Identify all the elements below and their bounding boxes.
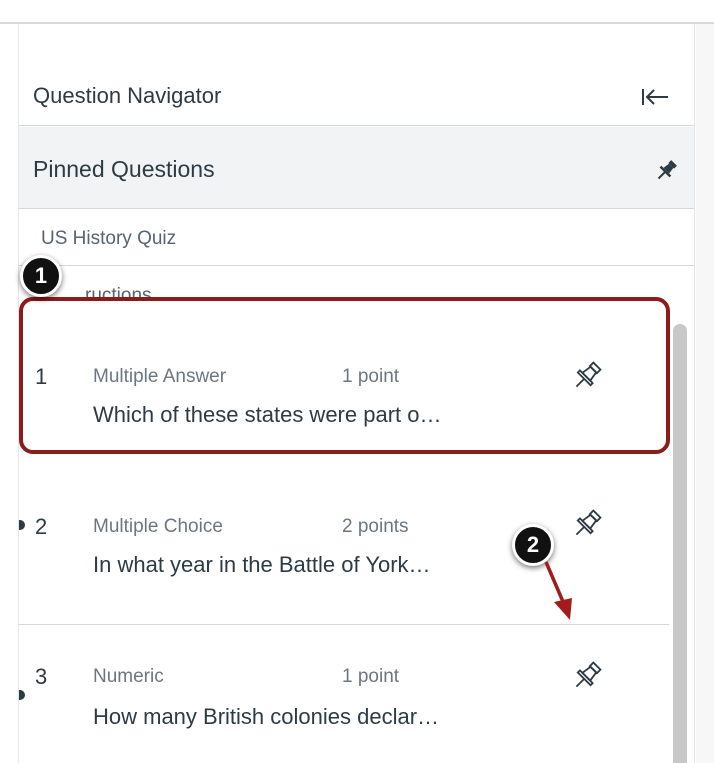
pinned-questions-section[interactable]: Pinned Questions xyxy=(19,127,694,209)
highlight-box xyxy=(19,297,670,454)
pin-outline-icon[interactable] xyxy=(569,506,605,542)
question-item-3[interactable]: 3 Numeric 1 point How many British colon… xyxy=(19,626,669,763)
callout-badge-1: 1 xyxy=(20,255,62,297)
question-points: 2 points xyxy=(342,516,409,537)
question-type: Numeric xyxy=(93,666,164,687)
collapse-left-icon[interactable] xyxy=(640,86,670,108)
pin-outline-icon[interactable] xyxy=(569,658,605,694)
pinned-questions-title: Pinned Questions xyxy=(33,156,215,182)
question-type: Multiple Choice xyxy=(93,516,223,537)
question-text: How many British colonies declar… xyxy=(93,704,440,729)
question-text: In what year in the Battle of York… xyxy=(93,552,431,577)
callout-arrow-icon xyxy=(544,561,572,620)
question-points: 1 point xyxy=(342,666,400,687)
navigator-header: Question Navigator xyxy=(19,48,694,126)
question-number: 3 xyxy=(35,664,48,689)
pin-icon xyxy=(657,160,677,180)
unanswered-marker xyxy=(19,520,25,530)
question-number: 2 xyxy=(35,514,48,539)
quiz-title: US History Quiz xyxy=(41,228,177,249)
navigator-title: Question Navigator xyxy=(33,83,222,108)
scrollbar-thumb[interactable] xyxy=(673,324,687,763)
quiz-title-row[interactable]: US History Quiz xyxy=(19,210,694,266)
page-margin xyxy=(696,24,714,763)
top-bar xyxy=(0,0,714,24)
unanswered-marker xyxy=(19,690,25,700)
